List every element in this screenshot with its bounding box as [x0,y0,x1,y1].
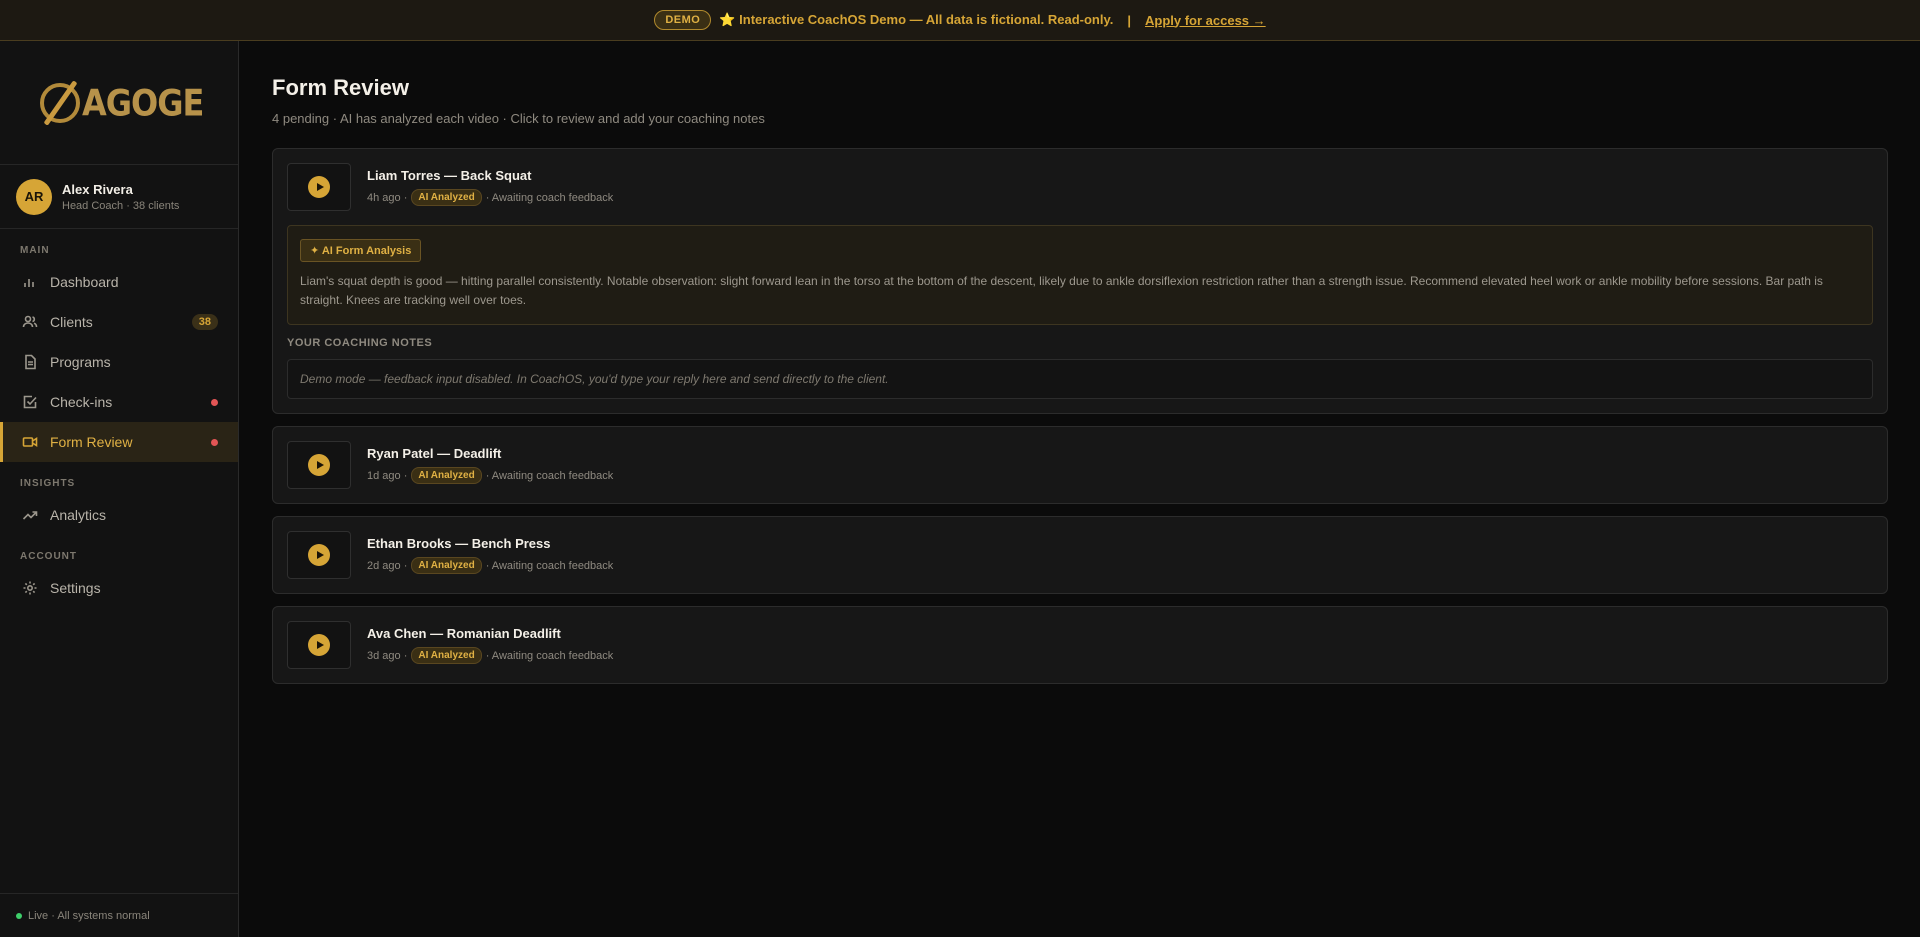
ai-analysis-panel: ✦ AI Form Analysis Liam's squat depth is… [287,225,1873,325]
sidebar-item-analytics[interactable]: Analytics [0,495,238,535]
sidebar-item-dashboard[interactable]: Dashboard [0,262,238,302]
sidebar-item-label: Settings [50,580,101,596]
sidebar-item-label: Clients [50,314,93,330]
video-thumbnail[interactable] [287,531,351,579]
video-thumbnail[interactable] [287,441,351,489]
video-camera-icon [22,437,38,447]
nav-section-insights: INSIGHTS [20,478,76,489]
logo-area: AGOGE [0,41,238,165]
checkins-alert-dot [211,398,218,406]
sidebar-item-label: Dashboard [50,274,119,290]
review-meta: 1d ago · AI Analyzed · Awaiting coach fe… [367,467,613,484]
review-card[interactable]: Ryan Patel — Deadlift 1d ago · AI Analyz… [272,426,1888,504]
page-title: Form Review [272,75,409,100]
logo-mark-icon [40,82,80,123]
review-title: Ryan Patel — Deadlift [367,446,502,461]
play-icon [308,454,330,476]
main-content: Form Review 4 pending · AI has analyzed … [272,41,1888,684]
profile-card[interactable]: AR Alex Rivera Head Coach · 38 clients [0,165,238,229]
coaching-notes-input[interactable]: Demo mode — feedback input disabled. In … [287,359,1873,399]
system-status: Live · All systems normal [0,893,238,937]
page-subtitle: 4 pending · AI has analyzed each video ·… [272,111,765,126]
demo-banner: DEMO ⭐ Interactive CoachOS Demo — All da… [0,0,1920,41]
review-list: Liam Torres — Back Squat 4h ago · AI Ana… [272,148,1888,684]
sidebar-item-form-review[interactable]: Form Review [0,422,238,462]
ai-analysis-tag: ✦ AI Form Analysis [300,239,422,262]
review-time: 1d ago · [367,469,408,482]
sidebar-item-programs[interactable]: Programs [0,342,238,382]
gear-icon [23,581,37,595]
video-thumbnail[interactable] [287,163,351,211]
apply-for-access-link[interactable]: Apply for access → [1145,13,1266,28]
users-icon [22,315,38,328]
logo-text: AGOGE [82,80,204,125]
review-meta: 3d ago · AI Analyzed · Awaiting coach fe… [367,647,613,664]
review-status: · Awaiting coach feedback [485,559,614,572]
sidebar-item-label: Form Review [50,434,133,450]
system-status-text: Live · All systems normal [28,909,150,922]
sidebar-item-label: Check-ins [50,394,113,410]
review-title: Liam Torres — Back Squat [367,168,532,183]
document-icon [25,354,36,370]
demo-message: ⭐ Interactive CoachOS Demo — All data is… [719,12,1114,27]
profile-role: Head Coach · 38 clients [62,199,180,212]
video-thumbnail[interactable] [287,621,351,669]
review-time: 3d ago · [367,649,408,662]
ai-analyzed-badge: AI Analyzed [411,467,482,484]
review-card[interactable]: Ethan Brooks — Bench Press 2d ago · AI A… [272,516,1888,594]
clients-count-badge: 38 [191,314,218,330]
review-card[interactable]: Ava Chen — Romanian Deadlift 3d ago · AI… [272,606,1888,684]
review-meta: 2d ago · AI Analyzed · Awaiting coach fe… [367,557,613,574]
review-status: · Awaiting coach feedback [485,469,614,482]
review-time: 4h ago · [367,191,408,204]
checkbox-icon [23,395,37,409]
review-meta: 4h ago · AI Analyzed · Awaiting coach fe… [367,189,613,206]
play-icon [308,634,330,656]
review-time: 2d ago · [367,559,408,572]
demo-pill: DEMO [654,10,712,30]
nav-section-account: ACCOUNT [20,551,77,562]
sidebar: AGOGE AR Alex Rivera Head Coach · 38 cli… [0,41,239,937]
sidebar-item-label: Analytics [50,507,107,523]
trending-up-icon [22,511,38,520]
play-icon [308,176,330,198]
avatar: AR [16,178,52,215]
form-review-alert-dot [211,438,218,446]
review-title: Ava Chen — Romanian Deadlift [367,626,561,641]
sidebar-item-checkins[interactable]: Check-ins [0,382,238,422]
agoge-logo[interactable]: AGOGE [40,80,204,125]
ai-analyzed-badge: AI Analyzed [411,189,482,206]
live-status-dot [16,912,22,919]
bar-chart-icon [24,279,34,287]
profile-name: Alex Rivera [62,181,133,197]
review-title: Ethan Brooks — Bench Press [367,536,551,551]
ai-analyzed-badge: AI Analyzed [411,557,482,574]
play-icon [308,544,330,566]
ai-analysis-text: Liam's squat depth is good — hitting par… [300,274,1823,307]
sidebar-item-settings[interactable]: Settings [0,568,238,608]
sidebar-item-label: Programs [50,354,111,370]
review-status: · Awaiting coach feedback [485,649,614,662]
banner-separator: | [1127,12,1131,28]
coaching-notes-label: YOUR COACHING NOTES [287,337,433,349]
review-status: · Awaiting coach feedback [485,191,614,204]
nav-section-main: MAIN [20,245,50,256]
ai-analyzed-badge: AI Analyzed [411,647,482,664]
sidebar-item-clients[interactable]: Clients 38 [0,302,238,342]
review-card[interactable]: Liam Torres — Back Squat 4h ago · AI Ana… [272,148,1888,414]
